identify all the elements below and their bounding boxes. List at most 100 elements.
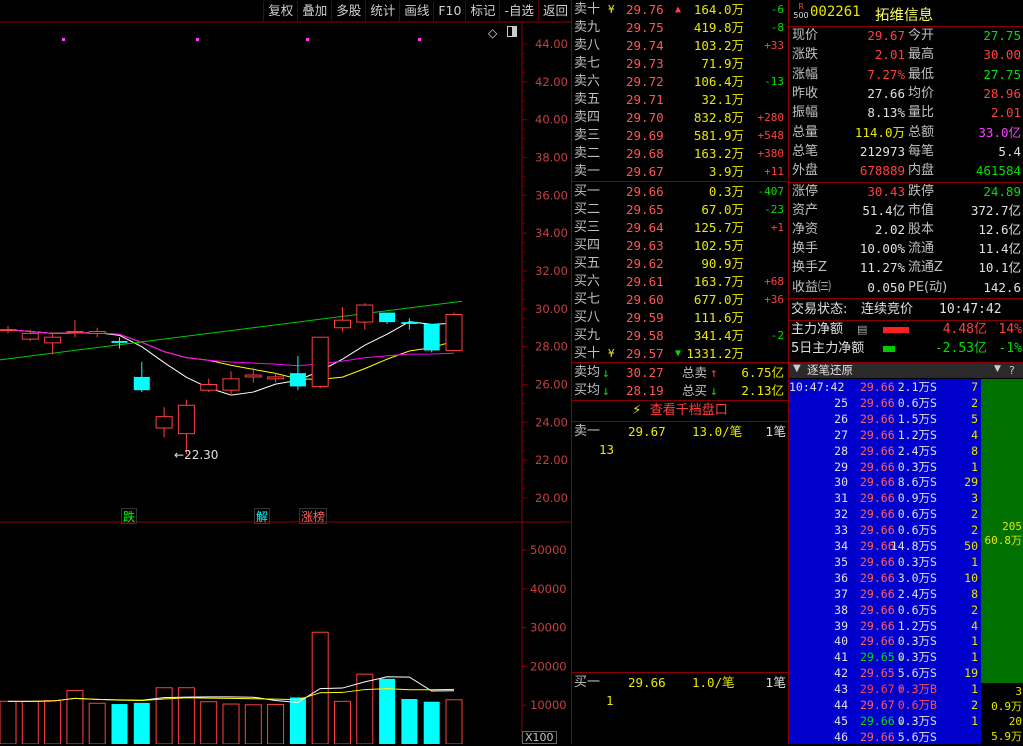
list-icon[interactable]: ▤ (857, 321, 867, 340)
view-1000-levels-button[interactable]: ⚡ 查看千档盘口 (572, 402, 788, 420)
volume-bar[interactable] (445, 699, 463, 744)
candle-body[interactable] (267, 376, 285, 380)
tick-row[interactable]: 10:47:42 29.66 2.1万 S 7 (789, 380, 1023, 396)
candle-body[interactable] (88, 331, 106, 334)
candle-body[interactable] (133, 376, 150, 391)
volume-bar[interactable] (133, 702, 150, 744)
toolbar-button-1[interactable]: 叠加 (297, 1, 331, 21)
bid-row[interactable]: 买八 29.59 111.6万 (572, 309, 788, 327)
tick-panel-header[interactable]: ▼ 逐笔还原 ▼ ? (789, 362, 1023, 378)
tick-row[interactable]: 26 29.66 1.5万 S 5 (789, 412, 1023, 428)
candle-body[interactable] (200, 384, 218, 391)
volume-bar[interactable] (423, 701, 440, 744)
bid-row[interactable]: 买七 29.60 677.0万 +36 (572, 291, 788, 309)
volume-bar[interactable] (267, 703, 285, 744)
volume-bar[interactable] (222, 703, 240, 744)
tick-row[interactable]: 45 29.66 ↓ 0.3万 S 1 (789, 714, 1023, 730)
volume-bar[interactable] (177, 687, 195, 744)
toolbar-button-4[interactable]: 画线 (399, 1, 433, 21)
bid-row[interactable]: 买九 29.58 341.4万 -2 (572, 327, 788, 345)
kline-svg[interactable]: 44.00 42.00 40.00 38.00 36.00 34.00 32.00 30.00… (0, 0, 572, 744)
candle-body[interactable] (44, 336, 62, 344)
toolbar-button-2[interactable]: 多股 (331, 1, 365, 21)
kline-chart-panel[interactable]: 44.00 42.00 40.00 38.00 36.00 34.00 32.00 30.00… (0, 0, 572, 744)
tick-row[interactable]: 25 29.66 0.6万 S 2 (789, 396, 1023, 412)
ask-row[interactable]: 卖十 ¥29.76 ▲ 164.0万 -6 (572, 1, 788, 19)
bid-row[interactable]: 买二 29.65 67.0万 -23 (572, 201, 788, 219)
volume-bar[interactable] (401, 698, 418, 744)
candle-body[interactable] (111, 340, 128, 343)
tick-row[interactable]: 44 29.67 0.6万 B 2 (789, 698, 1023, 714)
volume-bar[interactable] (200, 701, 218, 744)
tick-row[interactable]: 40 29.66 0.3万 S 1 (789, 634, 1023, 650)
volume-bar[interactable] (44, 700, 62, 744)
triangle-icon[interactable]: ▼ (994, 364, 1001, 374)
candle-body[interactable] (0, 329, 17, 332)
mark-die[interactable]: 跌 (121, 508, 138, 524)
window-toggle-icon[interactable] (507, 26, 517, 37)
candle-body[interactable] (21, 332, 39, 340)
tick-row[interactable]: 41 29.65 ↓ 0.3万 S 1 (789, 650, 1023, 666)
volume-bar[interactable] (0, 700, 17, 744)
ask-row[interactable]: 卖四 29.70 832.8万 +280 (572, 109, 788, 127)
ask-row[interactable]: 卖三 29.69 581.9万 +548 (572, 127, 788, 145)
tick-row[interactable]: 39 29.66 1.2万 S 4 (789, 619, 1023, 635)
candle-body[interactable] (177, 404, 195, 435)
bid-row[interactable]: 买十 ¥29.57 ▼ 1331.2万 (572, 345, 788, 363)
volume-bar[interactable] (21, 700, 39, 744)
volume-bar[interactable] (289, 697, 306, 744)
tick-row[interactable]: 35 29.66 0.3万 S 1 (789, 555, 1023, 571)
volume-bar[interactable] (88, 702, 106, 744)
candle-body[interactable] (423, 323, 440, 351)
candle-body[interactable] (311, 336, 329, 387)
tick-row[interactable]: 31 29.66 0.9万 S 3 (789, 491, 1023, 507)
candle-body[interactable] (244, 374, 262, 378)
tick-row[interactable]: 36 29.66 3.0万 S 10 (789, 571, 1023, 587)
stock-code[interactable]: 002261 (810, 4, 861, 20)
volume-bar[interactable] (334, 700, 351, 744)
candle-body[interactable] (289, 373, 306, 387)
candle-body[interactable] (66, 331, 84, 334)
bid-row[interactable]: 买五 29.62 90.9万 (572, 255, 788, 273)
toolbar-button-7[interactable]: -自选 (499, 1, 538, 21)
expand-icon[interactable]: ▼ (793, 363, 801, 374)
candle-body[interactable] (401, 322, 418, 324)
ask-row[interactable]: 卖一 29.67 3.9万 +11 (572, 163, 788, 181)
tick-row[interactable]: 29 29.66 0.3万 S 1 (789, 460, 1023, 476)
diamond-icon[interactable]: ◇ (488, 26, 497, 40)
tick-row[interactable]: 37 29.66 2.4万 S 8 (789, 587, 1023, 603)
tick-row[interactable]: 42 29.65 5.6万 S 19 (789, 666, 1023, 682)
ask-row[interactable]: 卖七 29.73 71.9万 (572, 55, 788, 73)
bid-row[interactable]: 买三 29.64 125.7万 +1 (572, 219, 788, 237)
candle-body[interactable] (334, 319, 351, 329)
main-flow-row[interactable]: 主力净额 ▤ 4.48亿 14% (789, 321, 1023, 340)
tick-row[interactable]: 33 29.66 0.6万 S 2 (789, 523, 1023, 539)
candle-body[interactable] (379, 312, 396, 323)
main-flow-5d-row[interactable]: 5日主力净额 -2.53亿 -1% (789, 340, 1023, 359)
tick-row[interactable]: 38 29.66 0.6万 S 2 (789, 603, 1023, 619)
tick-row[interactable]: 34 29.66 14.8万 S 50 (789, 539, 1023, 555)
tick-row[interactable]: 46 29.66 5.6万 S (789, 730, 1023, 746)
toolbar-button-8[interactable]: 返回 (537, 1, 571, 21)
tick-row[interactable]: 32 29.66 0.6万 S 2 (789, 507, 1023, 523)
candle-body[interactable] (356, 304, 374, 323)
candle-body[interactable] (445, 314, 463, 351)
tick-row[interactable]: 43 29.67 ↑ 0.3万 B 1 (789, 682, 1023, 698)
ask-row[interactable]: 卖六 29.72 106.4万 -13 (572, 73, 788, 91)
toolbar-button-6[interactable]: 标记 (465, 1, 499, 21)
volume-bar[interactable] (244, 704, 262, 744)
bid-row[interactable]: 买六 29.61 163.7万 +68 (572, 273, 788, 291)
volume-bar[interactable] (111, 704, 128, 744)
toolbar-button-0[interactable]: 复权 (263, 1, 297, 21)
toolbar-button-3[interactable]: 统计 (365, 1, 399, 21)
tick-row[interactable]: 28 29.66 2.4万 S 8 (789, 444, 1023, 460)
ask-row[interactable]: 卖五 29.71 32.1万 (572, 91, 788, 109)
bid-row[interactable]: 买四 29.63 102.5万 (572, 237, 788, 255)
volume-bar[interactable] (155, 687, 173, 744)
tick-row[interactable]: 27 29.66 1.2万 S 4 (789, 428, 1023, 444)
candle-body[interactable] (222, 378, 240, 391)
tick-row[interactable]: 30 29.66 8.6万 S 29 (789, 475, 1023, 491)
mark-zhangbang[interactable]: 涨榜 (299, 508, 328, 524)
bid-row[interactable]: 买一 29.66 0.3万 -407 (572, 183, 788, 201)
ask-row[interactable]: 卖九 29.75 419.8万 -8 (572, 19, 788, 37)
